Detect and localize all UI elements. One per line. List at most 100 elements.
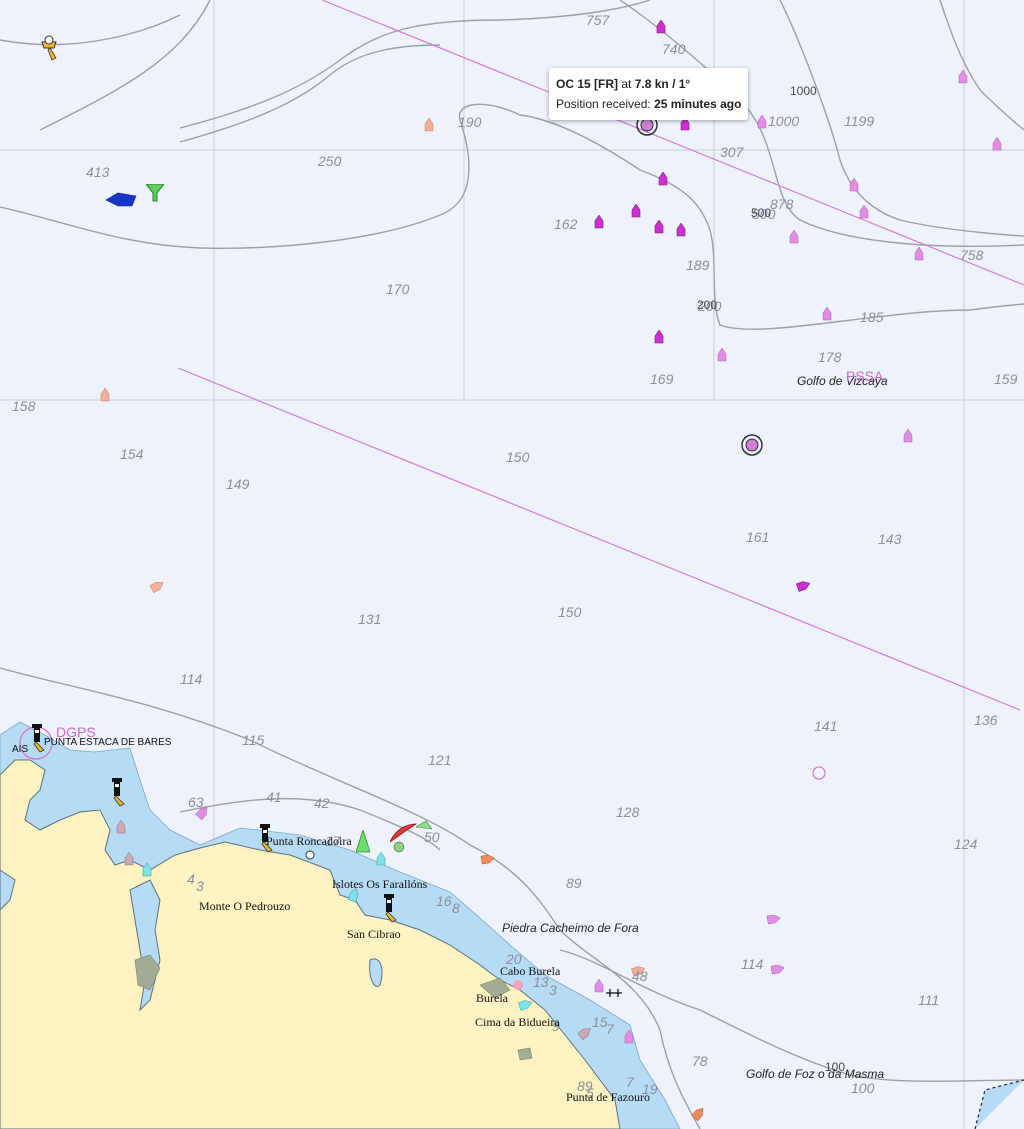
depth-sounding: 78 <box>692 1053 708 1069</box>
depth-sounding: 178 <box>818 349 842 365</box>
depth-sounding: 159 <box>994 371 1018 387</box>
depth-sounding: 413 <box>86 164 110 180</box>
depth-sounding: 4 <box>187 871 195 887</box>
depth-sounding: 100 <box>851 1080 875 1096</box>
depth-sounding: 128 <box>616 804 640 820</box>
cargo-vessel-icon[interactable] <box>376 851 386 871</box>
buoy-icon[interactable] <box>144 183 166 207</box>
depth-sounding: 190 <box>458 114 482 130</box>
place-cabo-burela[interactable]: Cabo Burela <box>500 964 560 979</box>
fishing-vessel-icon[interactable] <box>654 219 664 239</box>
depth-sounding: 89 <box>566 875 582 891</box>
depth-sounding: 41 <box>266 789 282 805</box>
place-punta-fazouro[interactable]: Punta de Fazouro <box>566 1090 650 1105</box>
depth-sounding: 170 <box>386 281 410 297</box>
pssa-label: PSSA <box>846 368 884 384</box>
depth-sounding: 1000 <box>768 113 800 129</box>
fishing-vessel-icon[interactable] <box>656 19 666 39</box>
depth-sounding: 48 <box>632 968 648 984</box>
depth-sounding: 42 <box>314 795 330 811</box>
fishing-vessel-icon[interactable] <box>631 203 641 223</box>
fishing-vessel-icon[interactable] <box>859 204 869 224</box>
place-islotes-farallons[interactable]: Islotes Os Farallóns <box>332 877 427 892</box>
depth-sounding: 162 <box>554 216 578 232</box>
fishing-vessel-icon[interactable] <box>849 177 859 197</box>
fishing-vessel-icon[interactable] <box>789 229 799 249</box>
vessel-tooltip: OC 15 [FR] at 7.8 kn / 1° Position recei… <box>549 68 749 120</box>
place-punta-roncadoira[interactable]: Punta Roncadoira <box>266 834 352 849</box>
depth-sounding: 161 <box>746 529 770 545</box>
depth-sounding: 250 <box>318 153 342 169</box>
contour-label-200: 200 <box>697 298 718 312</box>
depth-sounding: 115 <box>242 732 265 748</box>
depth-sounding: 149 <box>226 476 250 492</box>
tooltip-line-position: Position received: 25 minutes ago <box>556 94 741 114</box>
depth-sounding: 158 <box>12 398 36 414</box>
cargo-vessel-icon[interactable] <box>124 851 134 871</box>
fishing-vessel-icon[interactable] <box>594 978 604 998</box>
depth-sounding: 16 <box>436 893 452 909</box>
lighthouse-icon[interactable] <box>38 32 60 67</box>
depth-sounding: 124 <box>954 836 978 852</box>
depth-sounding: 307 <box>720 144 744 160</box>
land <box>0 759 621 1129</box>
fishing-vessel-icon[interactable] <box>903 428 913 448</box>
fishing-vessel-icon[interactable] <box>757 114 767 134</box>
fishing-vessel-icon[interactable] <box>717 347 727 367</box>
fishing-vessel-icon[interactable] <box>958 69 968 89</box>
buoy-icon[interactable] <box>606 986 622 1005</box>
fishing-vessel-icon[interactable] <box>624 1029 634 1049</box>
place-burela[interactable]: Burela <box>476 991 508 1006</box>
depth-sounding: 143 <box>878 531 902 547</box>
contour-label-1000: 1000 <box>790 84 817 98</box>
depth-sounding: 3 <box>549 982 557 998</box>
depth-sounding: 185 <box>860 309 884 325</box>
estaca-de-bares-label: PUNTA ESTACA DE BARES <box>44 737 172 748</box>
lighthouse-icon[interactable] <box>26 724 46 759</box>
depth-sounding: 111 <box>918 992 940 1008</box>
contour-label-500: 500 <box>751 206 772 220</box>
fishing-vessel-icon[interactable] <box>658 171 668 191</box>
cargo-vessel-icon[interactable] <box>105 192 138 213</box>
depth-sounding: 3 <box>196 878 204 894</box>
fishing-vessel-icon[interactable] <box>822 306 832 326</box>
sailing-vessel-icon[interactable] <box>389 822 418 849</box>
lighthouse-icon[interactable] <box>106 778 126 813</box>
place-monte-pedrouzo[interactable]: Monte O Pedrouzo <box>199 899 290 914</box>
tooltip-vessel-name[interactable]: OC 15 [FR] <box>556 77 618 91</box>
depth-sounding: 150 <box>506 449 530 465</box>
fishing-vessel-icon[interactable] <box>594 214 604 234</box>
depth-sounding: 63 <box>188 794 204 810</box>
depth-sounding: 757 <box>586 12 610 28</box>
depth-sounding: 141 <box>814 718 838 734</box>
fishing-vessel-icon[interactable] <box>914 246 924 266</box>
place-san-cibrao[interactable]: San Cibrao <box>347 927 401 942</box>
sea-name-piedra-cacheimo: Piedra Cacheimo de Fora <box>502 921 639 935</box>
depth-sounding: 114 <box>180 671 203 687</box>
cargo-vessel-icon[interactable] <box>100 387 110 407</box>
depth-sounding: 136 <box>974 712 998 728</box>
target-ring-icon <box>636 114 763 456</box>
fishing-vessel-icon[interactable] <box>992 136 1002 156</box>
fishing-vessel-icon[interactable] <box>654 329 664 349</box>
depth-sounding: 154 <box>120 446 144 462</box>
nautical-chart-map[interactable]: 757 740 1000 1199 190 307 878 500 250 413 162 189 75… <box>0 0 1024 1129</box>
sea-name-golfo-foz: Golfo de Foz o da Masma <box>746 1067 885 1081</box>
depth-sounding: 740 <box>662 41 686 57</box>
fishing-vessel-icon[interactable] <box>676 222 686 242</box>
depth-sounding: 189 <box>686 257 710 273</box>
tooltip-position-age: 25 minutes ago <box>654 97 742 111</box>
tooltip-line-vessel: OC 15 [FR] at 7.8 kn / 1° <box>556 74 741 94</box>
cargo-vessel-icon[interactable] <box>116 819 126 839</box>
sailing-vessel-icon[interactable] <box>355 828 371 859</box>
tooltip-position-label: Position received: <box>556 97 651 111</box>
depth-sounding: 131 <box>358 611 382 627</box>
depth-sounding: 7 <box>626 1074 634 1090</box>
depth-sounding: 7 <box>606 1021 614 1037</box>
cargo-vessel-icon[interactable] <box>424 117 434 137</box>
tooltip-at: at <box>621 77 632 91</box>
place-cima-bidueira[interactable]: Cima da Bidueira <box>475 1015 560 1030</box>
depth-sounding: 50 <box>424 829 440 845</box>
lighthouse-icon[interactable] <box>378 894 398 929</box>
cargo-vessel-icon[interactable] <box>142 862 152 882</box>
